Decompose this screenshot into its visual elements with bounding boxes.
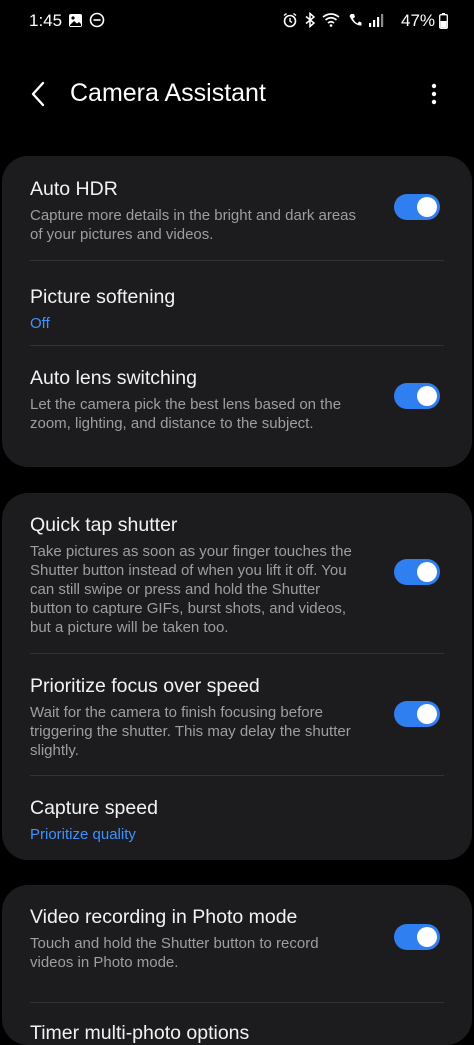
battery-percent: 47% <box>401 11 436 30</box>
status-system-icons <box>282 12 384 28</box>
toggle-knob <box>417 386 437 406</box>
setting-title: Auto HDR <box>30 178 118 200</box>
signal-icon <box>369 14 384 27</box>
setting-title: Quick tap shutter <box>30 514 178 536</box>
gallery-icon <box>69 13 82 27</box>
call-icon <box>349 14 362 26</box>
setting-quick-tap-shutter[interactable]: Quick tap shutter Take pictures as soon … <box>2 493 472 653</box>
setting-title: Capture speed <box>30 797 158 819</box>
more-options-button[interactable] <box>418 78 450 110</box>
alarm-icon <box>283 12 297 28</box>
settings-card-2: Quick tap shutter Take pictures as soon … <box>2 493 472 860</box>
setting-video-recording-photo-mode[interactable]: Video recording in Photo mode Touch and … <box>2 885 472 1002</box>
do-not-disturb-icon <box>89 12 105 28</box>
status-bar: 1:45 47% <box>0 0 474 44</box>
toggle-knob <box>417 562 437 582</box>
video-recording-photo-mode-toggle[interactable] <box>394 924 440 950</box>
bluetooth-icon <box>305 12 316 28</box>
toggle-knob <box>417 704 437 724</box>
toggle-knob <box>417 927 437 947</box>
setting-description: Wait for the camera to finish focusing b… <box>30 704 351 759</box>
setting-description: Let the camera pick the best lens based … <box>30 396 342 432</box>
setting-picture-softening[interactable]: Picture softening Off <box>2 261 472 345</box>
settings-card-1: Auto HDR Capture more details in the bri… <box>2 156 472 467</box>
setting-value: Prioritize quality <box>30 826 136 843</box>
setting-title: Picture softening <box>30 286 176 308</box>
settings-card-3: Video recording in Photo mode Touch and … <box>2 885 472 1045</box>
status-notification-icons <box>68 12 105 28</box>
auto-lens-switching-toggle[interactable] <box>394 383 440 409</box>
toggle-knob <box>417 197 437 217</box>
quick-tap-shutter-toggle[interactable] <box>394 559 440 585</box>
prioritize-focus-toggle[interactable] <box>394 701 440 727</box>
app-bar: Camera Assistant <box>0 70 474 118</box>
setting-auto-hdr[interactable]: Auto HDR Capture more details in the bri… <box>2 156 472 260</box>
setting-value: Off <box>30 315 50 332</box>
setting-description: Touch and hold the Shutter button to rec… <box>30 935 319 971</box>
back-arrow-icon <box>31 81 45 107</box>
setting-capture-speed[interactable]: Capture speed Prioritize quality <box>2 776 472 860</box>
setting-title: Video recording in Photo mode <box>30 906 298 928</box>
setting-title: Auto lens switching <box>30 367 197 389</box>
setting-prioritize-focus[interactable]: Prioritize focus over speed Wait for the… <box>2 654 472 775</box>
wifi-calling-icon <box>322 13 340 27</box>
more-vertical-icon <box>431 83 437 105</box>
setting-description: Capture more details in the bright and d… <box>30 207 357 243</box>
status-time: 1:45 <box>29 11 63 30</box>
setting-auto-lens-switching[interactable]: Auto lens switching Let the camera pick … <box>2 346 472 467</box>
battery-icon <box>439 13 448 29</box>
back-button[interactable] <box>22 78 54 110</box>
setting-title: Prioritize focus over speed <box>30 675 260 697</box>
auto-hdr-toggle[interactable] <box>394 194 440 220</box>
setting-description: Take pictures as soon as your finger tou… <box>30 543 352 636</box>
page-title: Camera Assistant <box>70 79 266 107</box>
setting-timer-multi-photo[interactable]: Timer multi-photo options <box>2 1003 472 1045</box>
setting-title: Timer multi-photo options <box>30 1022 250 1044</box>
